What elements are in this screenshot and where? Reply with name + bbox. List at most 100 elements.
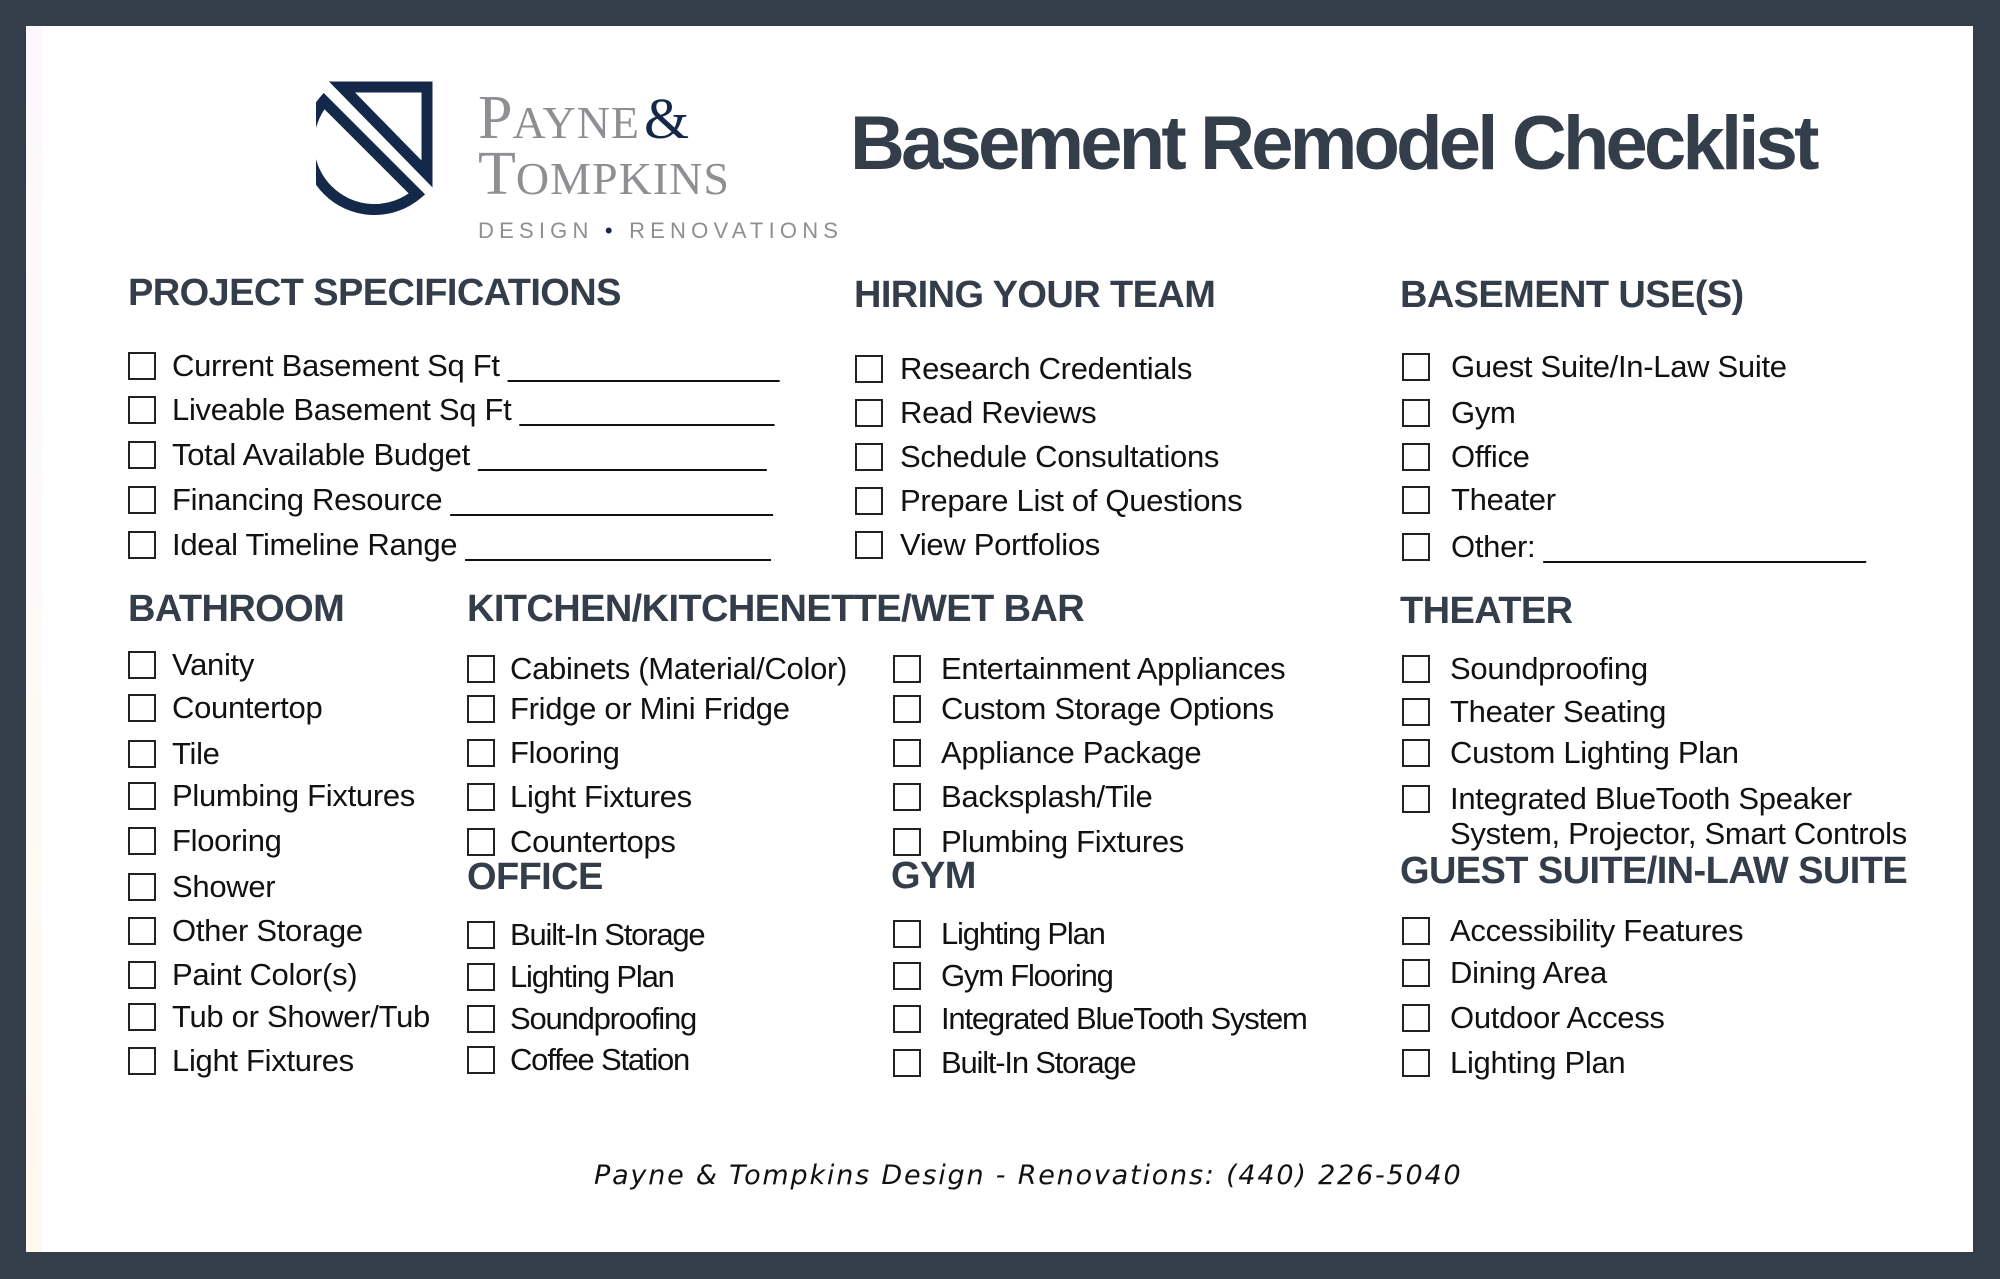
- checklist-item-label: Schedule Consultations: [900, 439, 1220, 474]
- checklist-item-label: Outdoor Access: [1450, 1000, 1665, 1035]
- checklist-item-label: Prepare List of Questions: [900, 483, 1243, 518]
- checkbox[interactable]: [855, 399, 883, 427]
- checklist-item-label: Other: ___________________: [1451, 529, 1866, 564]
- checklist-item-label: Flooring: [172, 823, 282, 858]
- checkbox[interactable]: [128, 531, 156, 559]
- checkbox[interactable]: [1402, 959, 1430, 987]
- section-heading-gym: GYM: [891, 855, 976, 897]
- section-heading-bathroom: BATHROOM: [128, 588, 345, 630]
- checklist-item-label: Countertops: [510, 824, 676, 859]
- checkbox[interactable]: [128, 1003, 156, 1031]
- checkbox[interactable]: [128, 917, 156, 945]
- checkbox[interactable]: [893, 920, 921, 948]
- checklist-item-label: Research Credentials: [900, 351, 1193, 386]
- checkbox[interactable]: [893, 695, 921, 723]
- checkbox[interactable]: [128, 827, 156, 855]
- checkbox[interactable]: [893, 962, 921, 990]
- checklist-item-label: Current Basement Sq Ft ________________: [172, 348, 780, 383]
- checklist-item-label: Theater Seating: [1450, 694, 1667, 729]
- checklist-item-label: Accessibility Features: [1450, 913, 1744, 948]
- checkbox[interactable]: [893, 783, 921, 811]
- checklist-item-label: Soundproofing: [1450, 651, 1648, 686]
- checklist-item-label: Theater: [1451, 482, 1556, 517]
- checkbox[interactable]: [1402, 1004, 1430, 1032]
- checkbox[interactable]: [1402, 785, 1430, 813]
- checklist-item-label: Office: [1451, 439, 1530, 474]
- checklist-item-label: System, Projector, Smart Controls: [1450, 816, 1907, 851]
- checkbox[interactable]: [467, 828, 495, 856]
- checkbox[interactable]: [855, 355, 883, 383]
- checkbox[interactable]: [893, 1049, 921, 1077]
- checklist-item-label: Fridge or Mini Fridge: [510, 691, 790, 726]
- checklist-item-label: Lighting Plan: [510, 959, 675, 994]
- checkbox[interactable]: [893, 655, 921, 683]
- checkbox[interactable]: [128, 441, 156, 469]
- checkbox[interactable]: [128, 961, 156, 989]
- checklist-item-label: Custom Storage Options: [941, 691, 1274, 726]
- checklist-item-label: Appliance Package: [941, 735, 1202, 770]
- checklist-item-label: Coffee Station: [510, 1042, 690, 1077]
- checklist-item-label: Financing Resource ___________________: [172, 482, 773, 517]
- checklist-item-label: Flooring: [510, 735, 620, 770]
- page-edge-strip: [26, 26, 42, 1252]
- company-logo: PAYNE & TOMPKINS DESIGN • RENOVATIONS: [316, 81, 838, 251]
- checkbox[interactable]: [1402, 533, 1430, 561]
- checklist-item-label: Vanity: [172, 647, 255, 682]
- checkbox[interactable]: [128, 352, 156, 380]
- checklist-item-label: Paint Color(s): [172, 957, 358, 992]
- checklist-item-label: Built-In Storage: [510, 917, 706, 952]
- checklist-item-label: Integrated BlueTooth Speaker: [1450, 781, 1852, 816]
- checkbox[interactable]: [128, 782, 156, 810]
- section-heading-project-specifications: PROJECT SPECIFICATIONS: [128, 272, 621, 314]
- checklist-item-label: Ideal Timeline Range __________________: [172, 527, 771, 562]
- section-heading-hiring-your-team: HIRING YOUR TEAM: [854, 274, 1216, 316]
- checkbox[interactable]: [128, 396, 156, 424]
- checkbox[interactable]: [855, 531, 883, 559]
- page-title: Basement Remodel Checklist: [850, 101, 1819, 186]
- checkbox[interactable]: [1402, 443, 1430, 471]
- checkbox[interactable]: [128, 873, 156, 901]
- checkbox[interactable]: [467, 1005, 495, 1033]
- checkbox[interactable]: [467, 655, 495, 683]
- checkbox[interactable]: [128, 694, 156, 722]
- section-heading-basement-uses: BASEMENT USE(S): [1400, 274, 1744, 316]
- checklist-item-label: Read Reviews: [900, 395, 1097, 430]
- checkbox[interactable]: [467, 921, 495, 949]
- section-heading-guest-suite: GUEST SUITE/IN-LAW SUITE: [1400, 850, 1908, 892]
- checkbox[interactable]: [1402, 917, 1430, 945]
- checkbox[interactable]: [893, 1005, 921, 1033]
- checkbox[interactable]: [467, 1046, 495, 1074]
- checkbox[interactable]: [1402, 655, 1430, 683]
- checkbox[interactable]: [893, 828, 921, 856]
- checkbox[interactable]: [893, 739, 921, 767]
- logo-ampersand: &: [644, 86, 690, 151]
- checkbox[interactable]: [128, 740, 156, 768]
- checkbox[interactable]: [855, 487, 883, 515]
- checklist-item-label: Backsplash/Tile: [941, 779, 1153, 814]
- section-heading-theater: THEATER: [1400, 590, 1573, 632]
- checkbox[interactable]: [1402, 399, 1430, 427]
- checkbox[interactable]: [128, 486, 156, 514]
- checkbox[interactable]: [467, 739, 495, 767]
- checkbox[interactable]: [1402, 739, 1430, 767]
- checklist-item-label: Entertainment Appliances: [941, 651, 1286, 686]
- checkbox[interactable]: [467, 695, 495, 723]
- checklist-item-label: Total Available Budget _________________: [172, 437, 767, 472]
- checklist-item-label: Soundproofing: [510, 1001, 697, 1036]
- checkbox[interactable]: [128, 1047, 156, 1075]
- checkbox[interactable]: [1402, 486, 1430, 514]
- checklist-item-label: Light Fixtures: [172, 1043, 354, 1078]
- checklist-item-label: Built-In Storage: [941, 1045, 1137, 1080]
- checkbox[interactable]: [855, 443, 883, 471]
- checkbox[interactable]: [128, 651, 156, 679]
- checkbox[interactable]: [1402, 698, 1430, 726]
- checklist-item-label: Cabinets (Material/Color): [510, 651, 848, 686]
- checkbox[interactable]: [467, 783, 495, 811]
- checklist-item-label: Custom Lighting Plan: [1450, 735, 1739, 770]
- section-heading-kitchen: KITCHEN/KITCHENETTE/WET BAR: [467, 588, 1085, 630]
- section-heading-office: OFFICE: [467, 856, 603, 898]
- checkbox[interactable]: [1402, 353, 1430, 381]
- checklist-page: PAYNE & TOMPKINS DESIGN • RENOVATIONS Ba…: [26, 26, 1973, 1252]
- checkbox[interactable]: [1402, 1049, 1430, 1077]
- checkbox[interactable]: [467, 963, 495, 991]
